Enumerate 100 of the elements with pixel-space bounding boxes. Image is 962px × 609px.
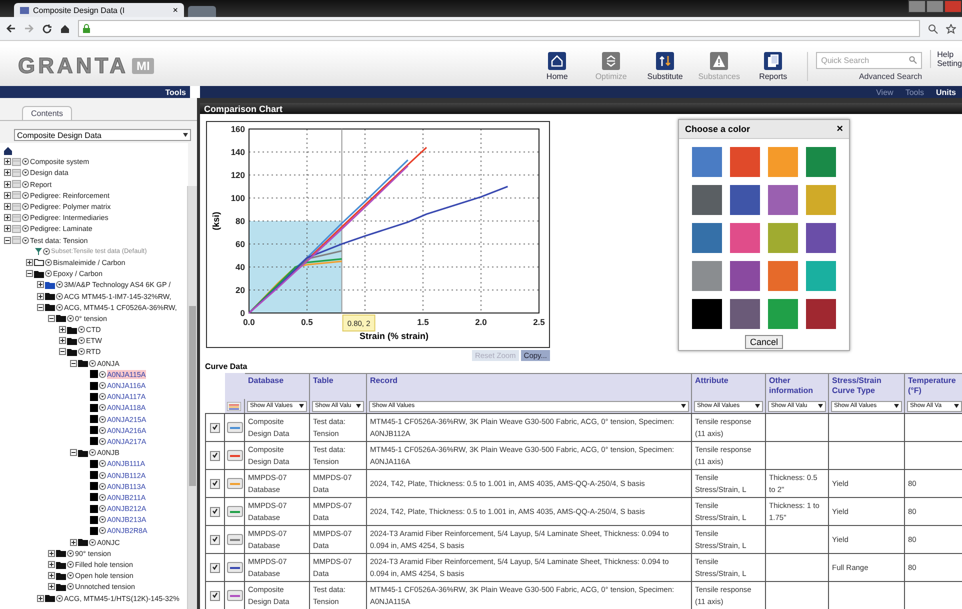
- dropdown-icon[interactable]: [99, 505, 106, 512]
- expand-icon[interactable]: [37, 292, 44, 300]
- reload-icon[interactable]: [42, 24, 52, 34]
- expand-icon[interactable]: [4, 158, 11, 166]
- dropdown-icon[interactable]: [99, 426, 106, 434]
- dropdown-icon[interactable]: [99, 438, 106, 445]
- checkbox[interactable]: [210, 534, 220, 544]
- checkbox[interactable]: [210, 450, 220, 460]
- dropdown-icon[interactable]: [67, 550, 74, 557]
- dropdown-icon[interactable]: [78, 326, 85, 334]
- expand-icon[interactable]: [4, 169, 11, 176]
- scrollbar[interactable]: [187, 186, 197, 609]
- menu-item[interactable]: Tools: [905, 88, 924, 96]
- dropdown-icon[interactable]: [67, 561, 74, 568]
- dropdown-icon[interactable]: [45, 258, 52, 266]
- expand-icon[interactable]: [70, 538, 77, 546]
- expand-icon[interactable]: [26, 258, 33, 266]
- color-swatch[interactable]: [730, 147, 760, 177]
- dropdown-icon[interactable]: [89, 360, 96, 367]
- expand-icon[interactable]: [37, 594, 44, 602]
- maximize-button[interactable]: [926, 0, 944, 13]
- expand-icon[interactable]: [4, 214, 11, 222]
- dropdown-icon[interactable]: [99, 460, 106, 468]
- expand-icon[interactable]: [4, 225, 11, 232]
- help-link[interactable]: Help: [937, 50, 962, 59]
- back-icon[interactable]: [6, 24, 16, 33]
- dropdown-icon[interactable]: [99, 382, 106, 390]
- browser-tab[interactable]: Composite Design Data (I ×: [14, 3, 184, 17]
- dropdown-icon[interactable]: [89, 449, 96, 456]
- collapse-icon[interactable]: [59, 348, 66, 356]
- dropdown-icon[interactable]: [56, 292, 63, 300]
- collapse-icon[interactable]: [70, 360, 77, 367]
- line-color-swatch[interactable]: [226, 562, 242, 573]
- dropdown-icon[interactable]: [78, 337, 85, 344]
- advanced-search-link[interactable]: Advanced Search: [858, 72, 922, 80]
- home-icon[interactable]: [4, 146, 12, 155]
- minimize-button[interactable]: [908, 0, 926, 13]
- close-button[interactable]: ×: [836, 123, 843, 135]
- expand-icon[interactable]: [59, 326, 66, 334]
- dropdown-icon[interactable]: [89, 538, 96, 546]
- expand-icon[interactable]: [37, 281, 44, 288]
- color-swatch[interactable]: [730, 185, 760, 215]
- close-window-button[interactable]: [944, 0, 962, 13]
- dropdown-icon[interactable]: [56, 281, 63, 288]
- checkbox[interactable]: [210, 422, 220, 432]
- menu-item[interactable]: Units: [936, 88, 956, 96]
- color-swatch[interactable]: [692, 185, 722, 215]
- color-swatch[interactable]: [768, 185, 798, 215]
- checkbox[interactable]: [210, 590, 220, 600]
- dropdown-icon[interactable]: [43, 248, 50, 255]
- dropdown-icon[interactable]: [45, 270, 52, 278]
- color-swatch[interactable]: [806, 299, 836, 329]
- color-swatch[interactable]: [730, 261, 760, 291]
- home-icon[interactable]: [60, 24, 70, 34]
- settings-link[interactable]: Setting: [937, 59, 962, 68]
- line-color-swatch[interactable]: [226, 590, 242, 601]
- dropdown-icon[interactable]: [22, 214, 29, 222]
- dropdown-icon[interactable]: [22, 236, 29, 244]
- color-swatch[interactable]: [768, 147, 798, 177]
- color-swatch[interactable]: [806, 223, 836, 253]
- expand-icon[interactable]: [59, 337, 66, 344]
- dropdown-icon[interactable]: [22, 192, 29, 199]
- nav-button[interactable]: Reports: [749, 52, 798, 80]
- collapse-icon[interactable]: [4, 236, 11, 244]
- expand-icon[interactable]: [48, 583, 55, 590]
- nav-button[interactable]: Home: [533, 52, 582, 80]
- color-swatch[interactable]: [730, 299, 760, 329]
- color-swatch[interactable]: [692, 147, 722, 177]
- nav-button[interactable]: Substitute: [641, 52, 690, 80]
- dropdown-icon[interactable]: [67, 572, 74, 580]
- collapse-icon[interactable]: [37, 304, 44, 311]
- dropdown-icon[interactable]: [22, 203, 29, 210]
- expand-icon[interactable]: [4, 192, 11, 199]
- collapse-icon[interactable]: [26, 270, 33, 278]
- dropdown-icon[interactable]: [22, 180, 29, 188]
- color-swatch[interactable]: [806, 261, 836, 291]
- dropdown-icon[interactable]: [56, 304, 63, 311]
- dropdown-icon[interactable]: [22, 169, 29, 176]
- dropdown-icon[interactable]: [99, 472, 106, 479]
- checkbox[interactable]: [210, 506, 220, 516]
- close-icon[interactable]: ×: [172, 5, 178, 15]
- checkbox[interactable]: [210, 562, 220, 572]
- expand-icon[interactable]: [4, 203, 11, 210]
- dropdown-icon[interactable]: [56, 594, 63, 602]
- color-swatch[interactable]: [768, 261, 798, 291]
- collapse-icon[interactable]: [70, 449, 77, 456]
- line-color-swatch[interactable]: [226, 506, 242, 517]
- zoom-icon[interactable]: [928, 24, 938, 34]
- collapse-icon[interactable]: [48, 314, 55, 322]
- dropdown-icon[interactable]: [67, 583, 74, 590]
- dropdown-icon[interactable]: [99, 516, 106, 524]
- dropdown-icon[interactable]: [78, 348, 85, 356]
- line-color-swatch[interactable]: [226, 422, 242, 433]
- color-swatch[interactable]: [768, 299, 798, 329]
- dropdown-icon[interactable]: [67, 314, 74, 322]
- dropdown-icon[interactable]: [22, 158, 29, 166]
- line-color-swatch[interactable]: [226, 450, 242, 461]
- color-swatch[interactable]: [692, 261, 722, 291]
- dropdown-icon[interactable]: [99, 527, 106, 534]
- color-swatch[interactable]: [692, 299, 722, 329]
